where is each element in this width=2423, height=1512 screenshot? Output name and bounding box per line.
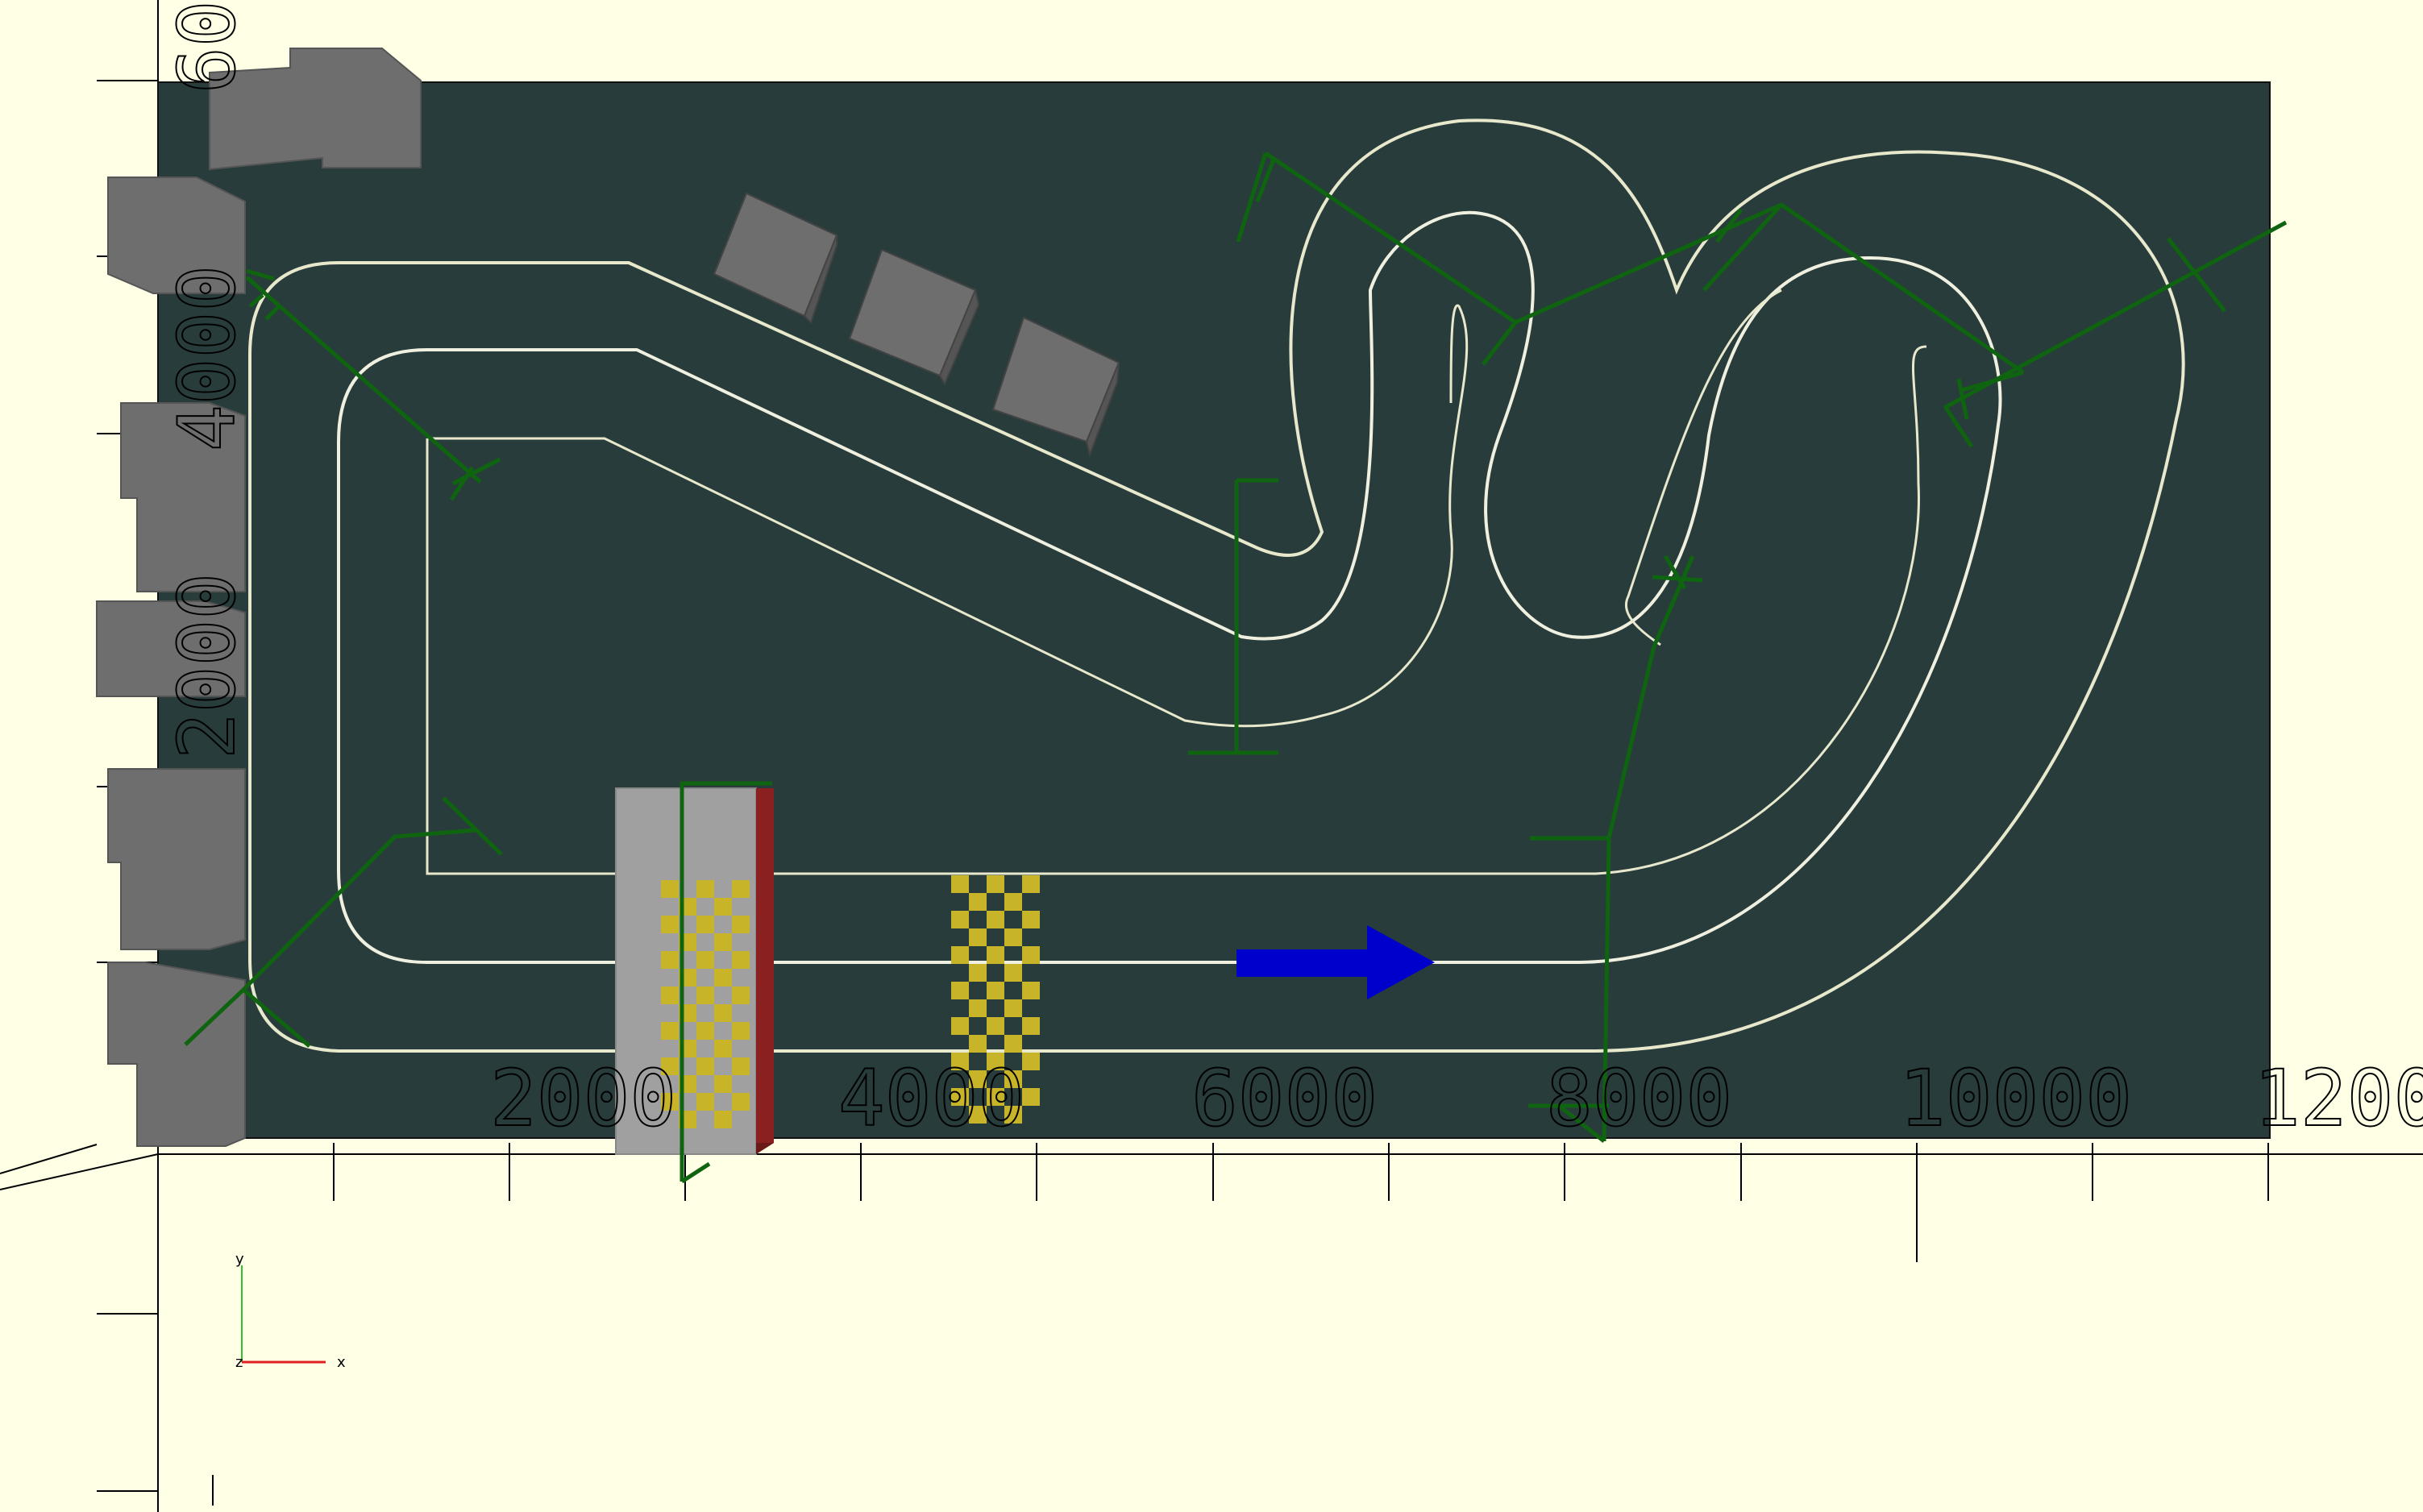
checker-square	[951, 875, 969, 893]
gizmo-x-label: x	[337, 1354, 346, 1371]
checker-square	[987, 946, 1004, 964]
x-axis-label: 6000	[1191, 1053, 1378, 1144]
checker-square	[987, 982, 1004, 999]
checker-square	[732, 916, 750, 933]
x-axis-ticks	[333, 1143, 2269, 1262]
checker-square	[661, 987, 679, 1004]
checker-square	[696, 1057, 714, 1075]
checker-square	[696, 1022, 714, 1040]
checker-square	[714, 1075, 732, 1093]
checker-square	[1022, 1088, 1040, 1106]
checker-square	[969, 999, 987, 1017]
x-axis-label: 4000	[838, 1053, 1024, 1144]
checker-square	[1004, 964, 1022, 982]
checker-square	[951, 911, 969, 928]
x-axis-label: 10000	[1899, 1053, 2132, 1144]
checker-square	[1022, 946, 1040, 964]
gizmo-z-label: z	[235, 1354, 243, 1371]
checker-square	[1022, 982, 1040, 999]
checker-square	[951, 982, 969, 999]
checker-square	[714, 898, 732, 916]
gizmo-y-label: y	[235, 1251, 244, 1268]
checker-square	[732, 987, 750, 1004]
checker-square	[987, 911, 1004, 928]
checker-square	[714, 1040, 732, 1057]
checker-square	[1004, 928, 1022, 946]
checker-square	[696, 987, 714, 1004]
checker-square	[732, 1093, 750, 1111]
y-axis-label: 4000	[162, 265, 252, 451]
checker-square	[969, 928, 987, 946]
3d-viewport[interactable]: 2000 4000 6000 8000 10000 12000 4000 200…	[0, 0, 2423, 1512]
axes-gizmo: y x z	[235, 1251, 346, 1371]
checker-square	[696, 880, 714, 898]
building	[107, 768, 246, 950]
checker-square	[969, 964, 987, 982]
checker-square	[969, 893, 987, 911]
checker-square	[661, 916, 679, 933]
checker-square	[969, 1035, 987, 1053]
checker-square	[732, 951, 750, 969]
building	[107, 962, 246, 1147]
checker-square	[696, 1093, 714, 1111]
scene-canvas[interactable]: 2000 4000 6000 8000 10000 12000 4000 200…	[0, 0, 2423, 1512]
checker-square	[661, 880, 679, 898]
checker-square	[1022, 911, 1040, 928]
checker-square	[661, 1022, 679, 1040]
x-axis-label: 2000	[490, 1053, 676, 1144]
checker-square	[732, 880, 750, 898]
checker-square	[714, 1111, 732, 1128]
checker-square	[987, 875, 1004, 893]
checker-square	[1004, 893, 1022, 911]
checker-square	[732, 1057, 750, 1075]
checker-square	[1022, 875, 1040, 893]
y-axis-label: 6000	[162, 0, 252, 93]
checker-square	[1004, 1035, 1022, 1053]
checker-square	[1004, 999, 1022, 1017]
checker-square	[696, 951, 714, 969]
x-axis-label: 8000	[1546, 1053, 1732, 1144]
checker-square	[987, 1017, 1004, 1035]
checker-square	[661, 951, 679, 969]
checker-square	[732, 1022, 750, 1040]
checker-square	[1022, 1017, 1040, 1035]
checker-square	[696, 916, 714, 933]
checker-square	[714, 969, 732, 987]
checker-square	[951, 1017, 969, 1035]
checker-square	[714, 1004, 732, 1022]
checker-square	[1022, 1053, 1040, 1070]
checker-square	[951, 946, 969, 964]
x-axis-label: 12000	[2254, 1053, 2423, 1144]
y-axis-label: 2000	[162, 573, 252, 759]
checker-square	[714, 933, 732, 951]
